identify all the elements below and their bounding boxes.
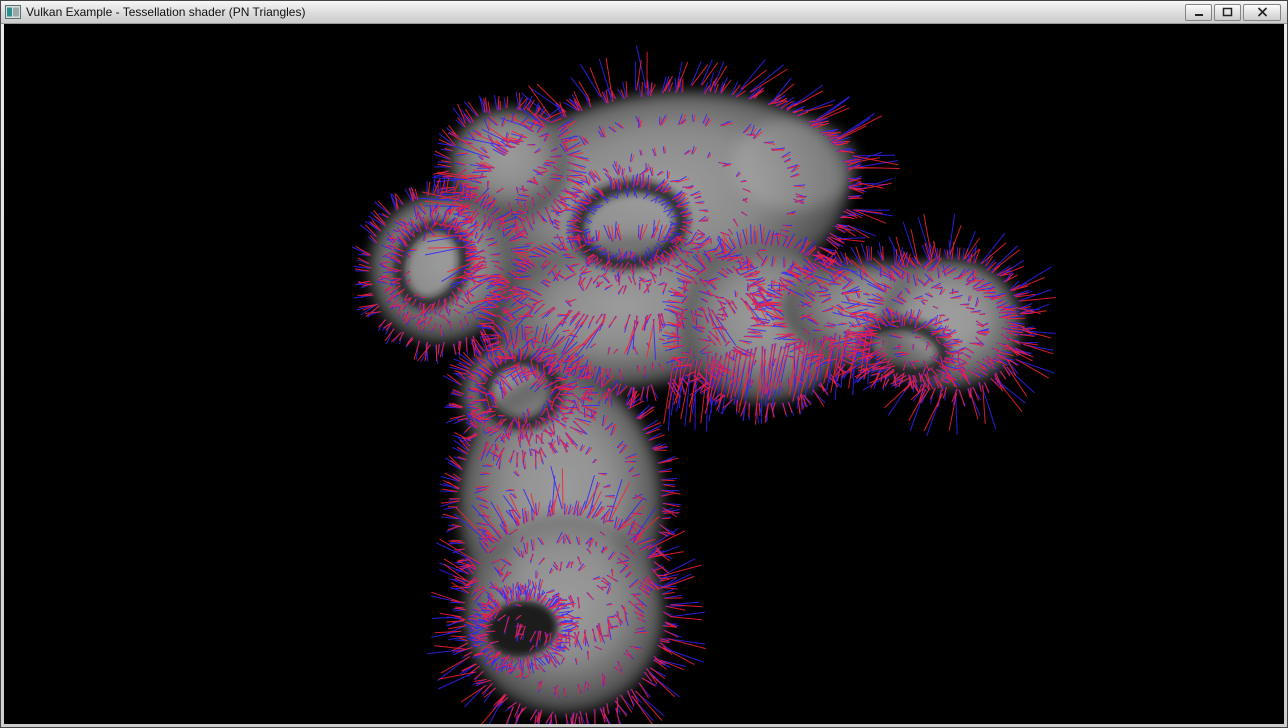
window-title: Vulkan Example - Tessellation shader (PN… [26,1,305,23]
maximize-icon [1222,7,1233,17]
minimize-button[interactable] [1185,4,1212,21]
close-button[interactable] [1243,4,1281,21]
app-window: Vulkan Example - Tessellation shader (PN… [0,0,1288,728]
viewport[interactable] [4,24,1284,724]
maximize-button[interactable] [1214,4,1241,21]
app-icon [5,4,21,20]
render-canvas[interactable] [4,24,1284,724]
minimize-icon [1194,8,1204,17]
titlebar[interactable]: Vulkan Example - Tessellation shader (PN… [1,1,1287,24]
window-controls [1185,4,1283,21]
close-icon [1257,7,1268,17]
